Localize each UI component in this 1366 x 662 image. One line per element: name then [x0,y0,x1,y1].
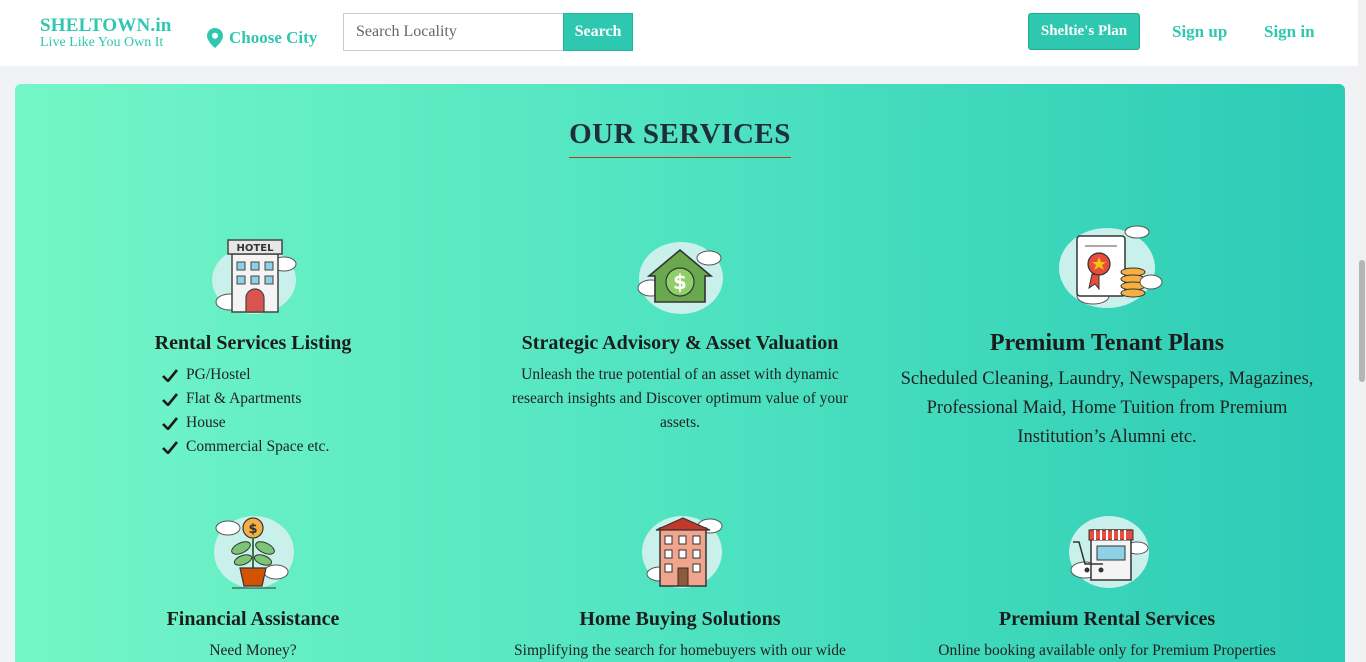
description-line: research insights and Discover optimum v… [511,390,849,407]
service-description: Scheduled Cleaning, Laundry, Newspapers,… [885,365,1329,452]
service-description: Online booking available only for Premiu… [905,639,1309,662]
shelties-plan-button[interactable]: Sheltie's Plan [1028,13,1140,50]
description-line: Professional Maid, Home Tuition from Pre… [926,398,1288,418]
description-line: Unleash the true potential of an asset w… [521,366,839,383]
list-item: PG/Hostel [161,363,371,387]
service-title-premium-rental: Premium Rental Services [998,608,1216,630]
svg-text:$: $ [248,522,257,537]
list-item-text: Commercial Space etc. [186,438,330,455]
service-card-rental-listing: HOTEL Rental Services Listing PG/Hostel … [135,236,371,459]
house-dollar-icon: $ [637,242,723,314]
service-title-premium-tenant: Premium Tenant Plans [989,330,1225,356]
services-section: OUR SERVICES HOTEL Rental Services Listi… [15,84,1345,662]
brand-logo[interactable]: SHELTOWN.in Live Like You Own It [40,16,172,50]
description-line: Need Money? [209,642,297,659]
page-scrollbar[interactable] [1358,0,1366,662]
svg-text:$: $ [673,270,687,294]
choose-city-button[interactable]: Choose City [207,28,317,48]
store-cart-icon [1069,516,1149,588]
list-item: Commercial Space etc. [161,435,371,459]
service-card-strategic-advisory: $ Strategic Advisory & Asset Valuation U… [495,236,865,435]
search-button[interactable]: Search [563,13,633,51]
service-description: Simplifying the search for homebuyers wi… [495,639,865,662]
description-line: Simplifying the search for homebuyers wi… [514,642,846,659]
service-card-financial-assistance: $ Financial Assistance Need Money? [135,512,371,662]
choose-city-label: Choose City [229,28,318,47]
certificate-coins-icon [1059,225,1163,308]
service-card-premium-rental: Premium Rental Services Online booking a… [905,512,1309,662]
sign-up-link[interactable]: Sign up [1172,22,1227,42]
svg-text:HOTEL: HOTEL [237,243,275,254]
brand-tagline: Live Like You Own It [40,35,164,50]
service-title-home-buying: Home Buying Solutions [579,608,781,630]
services-title: OUR SERVICES [569,118,791,158]
check-icon [162,440,179,454]
description-line: Scheduled Cleaning, Laundry, Newspapers,… [900,369,1314,389]
list-item-text: Flat & Apartments [186,390,302,407]
service-card-home-buying: Home Buying Solutions Simplifying the se… [495,512,865,662]
services-title-wrap: OUR SERVICES [15,118,1345,158]
brand-name: SHELTOWN.in [40,15,172,36]
rental-listing-list: PG/Hostel Flat & Apartments House Commer… [161,363,371,459]
map-pin-icon [207,28,223,48]
check-icon [162,392,179,406]
list-item-text: House [186,414,226,431]
service-title-financial-assistance: Financial Assistance [166,608,340,630]
list-item: House [161,411,371,435]
list-item-text: PG/Hostel [186,366,251,383]
description-line: Institution’s Alumni etc. [1017,427,1197,447]
service-card-premium-tenant: Premium Tenant Plans Scheduled Cleaning,… [885,220,1329,452]
sign-in-link[interactable]: Sign in [1264,22,1315,42]
search-locality-input[interactable] [343,13,563,51]
description-line: Online booking available only for Premiu… [938,642,1276,659]
service-title-rental-listing: Rental Services Listing [154,332,352,354]
check-icon [162,368,179,382]
service-description: Unleash the true potential of an asset w… [495,363,865,435]
building-icon [642,516,723,588]
money-plant-icon: $ [214,516,294,589]
hotel-icon: HOTEL [212,239,297,314]
check-icon [162,416,179,430]
scrollbar-thumb[interactable] [1359,260,1365,382]
description-line: assets. [659,414,701,431]
list-item: Flat & Apartments [161,387,371,411]
service-description: Need Money? [135,639,371,662]
top-navbar: SHELTOWN.in Live Like You Own It Choose … [0,0,1358,66]
service-title-strategic-advisory: Strategic Advisory & Asset Valuation [521,332,839,354]
